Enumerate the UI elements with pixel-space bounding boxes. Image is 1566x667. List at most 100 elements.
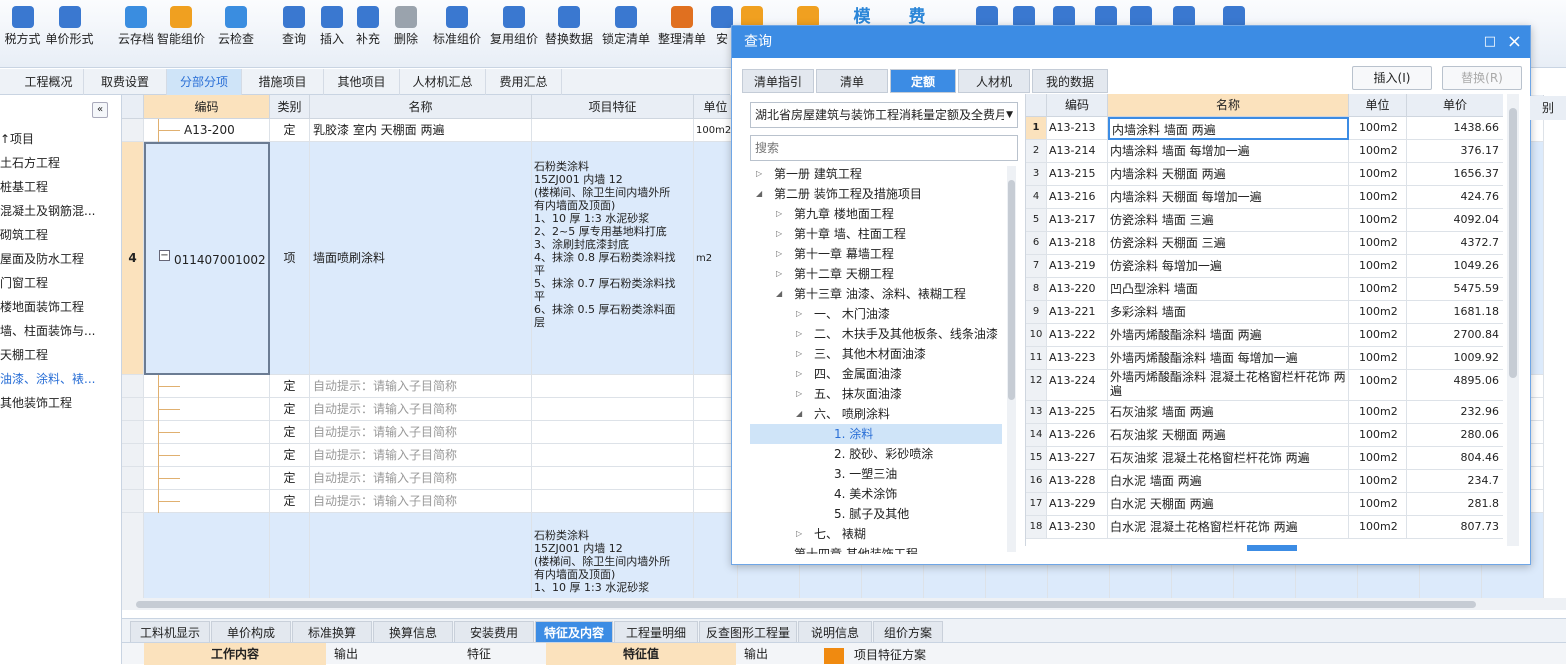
quota-cell-name[interactable]: 外墙丙烯酸酯涂料 墙面 每增加一遍 <box>1108 347 1349 370</box>
collapsed-arrow-icon[interactable]: ▷ <box>776 244 782 264</box>
quota-cell-unit[interactable]: 100m2 <box>1349 401 1407 424</box>
tab-6[interactable]: 人材机汇总 <box>400 69 486 95</box>
tree-node[interactable]: ▷ 一、 木门油漆 <box>750 304 1002 324</box>
toolbar-button-14[interactable]: 整理清单 <box>658 0 706 68</box>
expanded-arrow-icon[interactable]: ◢ <box>756 184 762 204</box>
left-tree-item[interactable]: 其他装饰工程 <box>0 392 72 414</box>
quota-cell-name[interactable]: 仿瓷涂料 天棚面 三遍 <box>1108 232 1349 255</box>
horizontal-scrollbar[interactable] <box>122 598 1566 610</box>
quota-cell-price[interactable]: 4895.06 <box>1407 370 1503 401</box>
tab-5[interactable]: 其他项目 <box>324 69 400 95</box>
quota-cell-code[interactable]: A13-228 <box>1047 470 1108 493</box>
collapsed-arrow-icon[interactable]: ▷ <box>796 384 802 404</box>
quota-cell-unit[interactable]: 100m2 <box>1349 424 1407 447</box>
tree-node[interactable]: 4. 美术涂饰 <box>750 484 1002 504</box>
quota-select[interactable]: 湖北省房屋建筑与装饰工程消耗量定额及全费月 ▼ <box>750 102 1018 128</box>
toolbar-button-5[interactable]: 云检查 <box>212 0 260 68</box>
collapse-panel-button[interactable]: « <box>92 102 108 118</box>
left-tree-item[interactable]: 天棚工程 <box>0 344 48 366</box>
quota-cell-code[interactable]: A13-219 <box>1047 255 1108 278</box>
tab-2[interactable]: 取费设置 <box>84 69 167 95</box>
grid-feature-cell[interactable] <box>532 490 694 513</box>
quota-cell-unit[interactable]: 100m2 <box>1349 232 1407 255</box>
quota-cell-unit[interactable]: 100m2 <box>1349 163 1407 186</box>
bottom-tab-5[interactable]: 安装费用 <box>454 621 534 643</box>
tree-scrollbar-thumb[interactable] <box>1008 180 1015 400</box>
quota-cell-unit[interactable]: 100m2 <box>1349 324 1407 347</box>
grid-feature-cell[interactable]: 石粉类涂料 15ZJ001 内墙 12 (楼梯间、除卫生间内墙外所 有内墙面及顶… <box>532 513 694 598</box>
quota-cell-price[interactable]: 1438.66 <box>1407 117 1503 140</box>
tab-4[interactable]: 措施项目 <box>242 69 324 95</box>
collapsed-arrow-icon[interactable]: ▷ <box>776 224 782 244</box>
quota-cell-price[interactable]: 232.96 <box>1407 401 1503 424</box>
quota-cell-price[interactable]: 424.76 <box>1407 186 1503 209</box>
collapsed-arrow-icon[interactable]: ▷ <box>796 364 802 384</box>
grid-feature-cell[interactable] <box>532 119 694 142</box>
quota-cell-code[interactable]: A13-230 <box>1047 516 1108 539</box>
quota-cell-price[interactable]: 5475.59 <box>1407 278 1503 301</box>
tree-node[interactable]: ▷ 四、 金属面油漆 <box>750 364 1002 384</box>
bottom-tab-9[interactable]: 说明信息 <box>798 621 872 643</box>
bottom-tab-6[interactable]: 特征及内容 <box>535 621 613 643</box>
restore-icon[interactable]: □ <box>1484 26 1496 58</box>
quota-cell-price[interactable]: 234.7 <box>1407 470 1503 493</box>
quota-cell-price[interactable]: 1681.18 <box>1407 301 1503 324</box>
quota-cell-code[interactable]: A13-220 <box>1047 278 1108 301</box>
collapsed-arrow-icon[interactable]: ▷ <box>756 164 762 184</box>
quota-cell-unit[interactable]: 100m2 <box>1349 493 1407 516</box>
left-tree-item[interactable]: 土石方工程 <box>0 152 60 174</box>
tree-node[interactable]: ▷ 三、 其他木材面油漆 <box>750 344 1002 364</box>
quota-cell-name[interactable]: 凹凸型涂料 墙面 <box>1108 278 1349 301</box>
quota-cell-code[interactable]: A13-222 <box>1047 324 1108 347</box>
bottom-tab-1[interactable]: 工料机显示 <box>130 621 210 643</box>
insert-button[interactable]: 插入(I) <box>1352 66 1432 90</box>
scrollbar-thumb[interactable] <box>136 601 1476 608</box>
quota-cell-name[interactable]: 外墙丙烯酸酯涂料 混凝土花格窗栏杆花饰 两遍 <box>1108 370 1349 401</box>
grid-feature-cell[interactable] <box>532 467 694 490</box>
quota-cell-code[interactable]: A13-227 <box>1047 447 1108 470</box>
quota-cell-unit[interactable]: 100m2 <box>1349 255 1407 278</box>
close-icon[interactable]: × <box>1507 26 1522 58</box>
grid-feature-cell[interactable] <box>532 398 694 421</box>
left-tree-item[interactable]: 油漆、涂料、裱... <box>0 368 95 390</box>
quota-scrollbar-thumb[interactable] <box>1509 108 1517 378</box>
tree-node[interactable]: ▷ 第一册 建筑工程 <box>750 164 1002 184</box>
tree-node[interactable]: ▷ 第十二章 天棚工程 <box>750 264 1002 284</box>
grid-name-cell[interactable]: 乳胶漆 室内 天棚面 两遍 <box>310 119 532 142</box>
toolbar-button-13[interactable]: 锁定清单 <box>602 0 650 68</box>
bottom-tab-10[interactable]: 组价方案 <box>873 621 943 643</box>
quota-cell-unit[interactable]: 100m2 <box>1349 140 1407 163</box>
tab-1[interactable]: 工程概况 <box>14 69 84 95</box>
quota-cell-name[interactable]: 外墙丙烯酸酯涂料 墙面 两遍 <box>1108 324 1349 347</box>
toolbar-button-10[interactable]: 标准组价 <box>433 0 481 68</box>
quota-cell-code[interactable]: A13-216 <box>1047 186 1108 209</box>
dialog-tab-4[interactable]: 人材机 <box>958 69 1030 93</box>
quota-cell-unit[interactable]: 100m2 <box>1349 370 1407 401</box>
tree-node[interactable]: ◢ 第二册 装饰工程及措施项目 <box>750 184 1002 204</box>
quota-cell-price[interactable]: 807.73 <box>1407 516 1503 539</box>
collapsed-arrow-icon[interactable]: ▷ <box>776 204 782 224</box>
quota-cell-price[interactable]: 376.17 <box>1407 140 1503 163</box>
quota-cell-name[interactable]: 白水泥 混凝土花格窗栏杆花饰 两遍 <box>1108 516 1349 539</box>
left-tree-item[interactable]: 桩基工程 <box>0 176 48 198</box>
quota-grid-scrollbar[interactable] <box>1507 94 1519 546</box>
grid-name-cell[interactable] <box>310 513 532 598</box>
quota-cell-unit[interactable]: 100m2 <box>1349 209 1407 232</box>
toolbar-button-2[interactable]: 单价形式 <box>45 0 94 68</box>
quota-cell-price[interactable]: 4092.04 <box>1407 209 1503 232</box>
grid-feature-cell[interactable] <box>532 444 694 467</box>
collapsed-arrow-icon[interactable]: ▷ <box>796 304 802 324</box>
tree-node[interactable]: ◢ 六、 喷刷涂料 <box>750 404 1002 424</box>
dialog-tab-5[interactable]: 我的数据 <box>1032 69 1108 93</box>
collapsed-arrow-icon[interactable]: ▷ <box>796 344 802 364</box>
quota-cell-code[interactable]: A13-218 <box>1047 232 1108 255</box>
tree-node[interactable]: ▷ 五、 抹灰面油漆 <box>750 384 1002 404</box>
replace-button[interactable]: 替换(R) <box>1442 66 1522 90</box>
quota-cell-code[interactable]: A13-221 <box>1047 301 1108 324</box>
quota-cell-name[interactable]: 白水泥 天棚面 两遍 <box>1108 493 1349 516</box>
quota-cell-code[interactable]: A13-226 <box>1047 424 1108 447</box>
bottom-tab-3[interactable]: 标准换算 <box>292 621 372 643</box>
quota-cell-price[interactable]: 1656.37 <box>1407 163 1503 186</box>
grid-name-cell[interactable]: 自动提示：请输入子目简称 <box>310 490 532 513</box>
tab-3[interactable]: 分部分项 <box>167 69 242 95</box>
